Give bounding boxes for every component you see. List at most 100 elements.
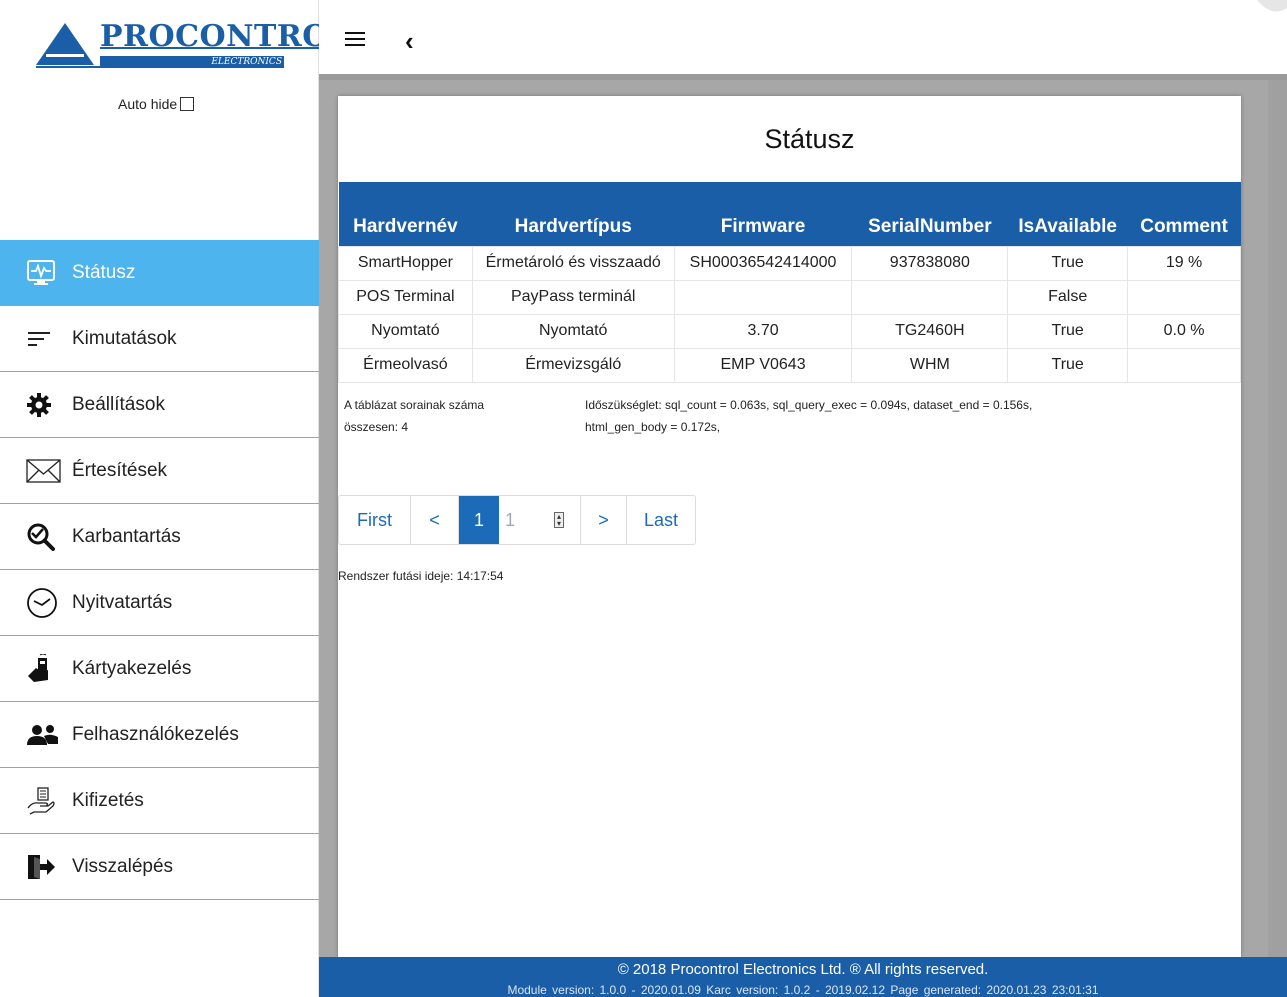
- table-cell: PayPass terminál: [471, 279, 675, 315]
- table-cell: False: [1007, 279, 1129, 315]
- sidebar-item-label: Visszalépés: [72, 855, 174, 877]
- table-cell: True: [1007, 313, 1129, 349]
- pager-last-button[interactable]: Last: [627, 496, 695, 544]
- table-cell: 3.70: [673, 313, 853, 349]
- table-cell: 19 %: [1127, 245, 1241, 281]
- table-row: POS Terminal PayPass terminál False: [338, 279, 1241, 315]
- pagination: First < 1 1 ▴ ▾ > Last: [338, 495, 696, 545]
- clock-icon: [26, 587, 62, 619]
- timing-line2: html_gen_body = 0.172s,: [585, 420, 721, 434]
- sidebar-item-kimutatasok[interactable]: Kimutatások: [0, 306, 319, 372]
- procontrol-logo: PROCONTROL ELECTRONICS: [36, 20, 350, 70]
- auto-hide-toggle[interactable]: Auto hide: [118, 96, 195, 112]
- table-cell: [1127, 279, 1241, 315]
- logout-icon: [26, 851, 62, 883]
- row-count-line1: A táblázat sorainak száma: [344, 398, 485, 412]
- timing-info: Időszükséglet: sql_count = 0.063s, sql_q…: [585, 394, 1145, 438]
- sidebar-item-beallitasok[interactable]: Beállítások: [0, 372, 319, 438]
- page-title: Státusz: [764, 124, 855, 154]
- sidebar-item-nyitvatartas[interactable]: Nyitvatartás: [0, 570, 319, 636]
- page-number-input[interactable]: 1 ▴ ▾: [499, 496, 581, 544]
- cash-hand-icon: [26, 785, 62, 817]
- sidebar-item-kifizetes[interactable]: Kifizetés: [0, 768, 319, 834]
- table-cell: [1127, 347, 1241, 383]
- timing-line1: Időszükséglet: sql_count = 0.063s, sql_q…: [585, 398, 1033, 412]
- row-count-info: A táblázat sorainak száma összesen: 4: [344, 394, 544, 438]
- col-header-comment[interactable]: Comment: [1128, 182, 1241, 246]
- page-number-value: 1: [505, 509, 516, 530]
- table-cell: [673, 279, 853, 315]
- table-row: SmartHopper Érmetároló és visszaadó SH00…: [338, 245, 1241, 281]
- footer-copyright: © 2018 Procontrol Electronics Ltd. ® All…: [617, 961, 989, 978]
- sidebar-item-label: Beállítások: [72, 393, 165, 415]
- col-header-isavailable[interactable]: IsAvailable: [1008, 182, 1128, 246]
- table-cell: True: [1007, 347, 1129, 383]
- sidebar-item-felhasznalokezeles[interactable]: Felhasználókezelés: [0, 702, 319, 768]
- table-cell: TG2460H: [851, 313, 1009, 349]
- pager-first-button[interactable]: First: [339, 496, 411, 544]
- pager-prev-button[interactable]: <: [411, 496, 459, 544]
- users-icon: [26, 719, 62, 751]
- sidebar-item-label: Kártyakezelés: [72, 657, 192, 679]
- sidebar-item-ertesitesek[interactable]: Értesítések: [0, 438, 319, 504]
- sidebar-item-visszalepes[interactable]: Visszalépés: [0, 834, 319, 900]
- hamburger-menu-icon[interactable]: [345, 32, 365, 48]
- logo-sub: ELECTRONICS: [211, 57, 282, 67]
- sidebar-item-label: Nyitvatartás: [72, 591, 173, 613]
- gear-icon: [26, 389, 62, 421]
- col-header-firmware[interactable]: Firmware: [674, 182, 852, 246]
- table-cell: SmartHopper: [338, 245, 473, 281]
- chevron-left-icon[interactable]: ‹: [405, 28, 414, 54]
- row-count-line2: összesen: 4: [344, 420, 409, 434]
- envelope-icon: [26, 455, 62, 487]
- logo-brand: PROCONTROL: [100, 19, 351, 54]
- sidebar-item-kartyakezeles[interactable]: Kártyakezelés: [0, 636, 319, 702]
- top-bar: ‹: [319, 0, 1287, 80]
- sidebar-nav: Státusz Kimutatások Beállítások Értesíté…: [0, 240, 319, 900]
- table-cell: WHM: [851, 347, 1009, 383]
- table-cell: Nyomtató: [471, 313, 675, 349]
- monitor-pulse-icon: [26, 257, 62, 289]
- sidebar-item-label: Karbantartás: [72, 525, 181, 547]
- table-cell: POS Terminal: [338, 279, 473, 315]
- col-header-hardvernev[interactable]: Hardvernév: [339, 182, 473, 246]
- table-cell: EMP V0643: [673, 347, 853, 383]
- col-header-serialnumber[interactable]: SerialNumber: [852, 182, 1008, 246]
- table-header-row: Hardvernév Hardvertípus Firmware SerialN…: [338, 182, 1241, 246]
- wrench-magnifier-icon: [26, 521, 62, 553]
- auto-hide-checkbox[interactable]: [180, 97, 195, 111]
- table-row: Nyomtató Nyomtató 3.70 TG2460H True 0.0 …: [338, 313, 1241, 349]
- table-row: Érmeolvasó Érmevizsgáló EMP V0643 WHM Tr…: [338, 347, 1241, 383]
- pager-current-page[interactable]: 1: [459, 496, 499, 544]
- table-cell: True: [1007, 245, 1129, 281]
- footer: © 2018 Procontrol Electronics Ltd. ® All…: [319, 957, 1287, 997]
- sidebar-item-label: Kimutatások: [72, 327, 177, 349]
- hardware-status-table: Hardvernév Hardvertípus Firmware SerialN…: [338, 182, 1241, 383]
- pager-next-button[interactable]: >: [581, 496, 627, 544]
- page-spinner-icon[interactable]: ▴ ▾: [554, 512, 564, 528]
- sidebar: PROCONTROL ELECTRONICS Auto hide Státusz…: [0, 0, 350, 997]
- list-lines-icon: [26, 323, 62, 355]
- table-cell: Érmeolvasó: [338, 347, 473, 383]
- sidebar-item-label: Értesítések: [72, 459, 168, 481]
- table-cell: [851, 279, 1009, 315]
- sidebar-item-label: Felhasználókezelés: [72, 723, 239, 745]
- table-cell: Nyomtató: [338, 313, 473, 349]
- card-hand-icon: [26, 653, 62, 685]
- col-header-hardvertipus[interactable]: Hardvertípus: [472, 182, 674, 246]
- sidebar-item-label: Kifizetés: [72, 789, 144, 811]
- footer-versions: Module version: 1.0.0 - 2020.01.09 Karc …: [507, 983, 1099, 997]
- table-cell: SH00036542414000: [673, 245, 853, 281]
- sidebar-item-karbantartas[interactable]: Karbantartás: [0, 504, 319, 570]
- sidebar-item-statusz[interactable]: Státusz: [0, 240, 319, 306]
- table-cell: Érmevizsgáló: [471, 347, 675, 383]
- content-card: Státusz Hardvernév Hardvertípus Firmware…: [338, 96, 1241, 957]
- auto-hide-label: Auto hide: [118, 96, 178, 112]
- page-scrollbar[interactable]: [1268, 80, 1287, 957]
- table-cell: 0.0 %: [1127, 313, 1241, 349]
- sidebar-item-label: Státusz: [72, 262, 136, 283]
- system-uptime: Rendszer futási ideje: 14:17:54: [338, 569, 504, 583]
- corner-decoration: [1257, 0, 1287, 12]
- table-cell: Érmetároló és visszaadó: [471, 245, 675, 281]
- table-cell: 937838080: [851, 245, 1009, 281]
